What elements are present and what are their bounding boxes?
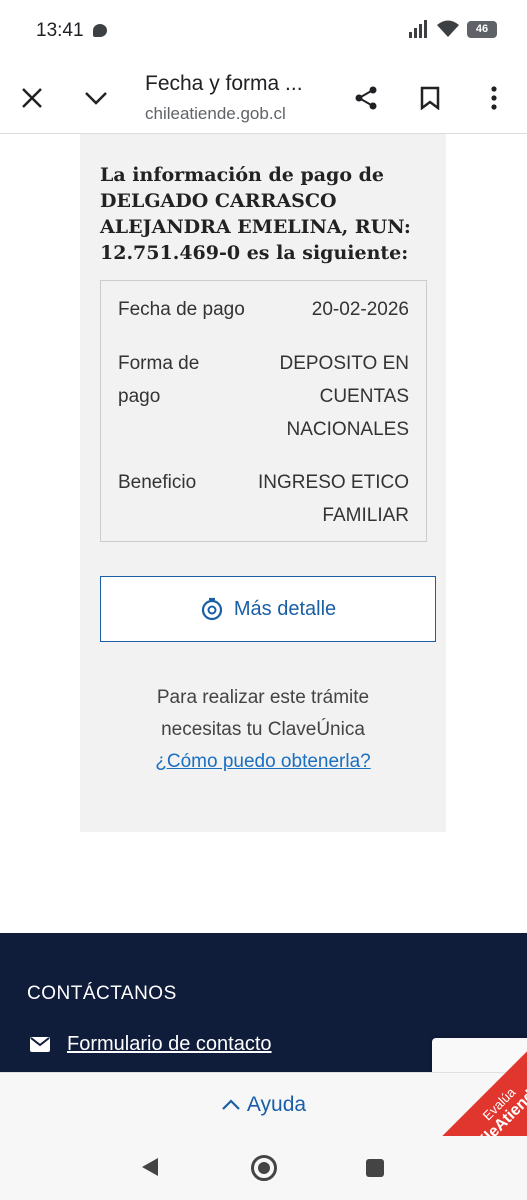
payment-info-card: La información de pago de DELGADO CARRAS… xyxy=(80,134,446,832)
row-label: Fecha de pago xyxy=(118,299,245,320)
close-icon[interactable] xyxy=(14,80,50,116)
battery-icon: 46 xyxy=(467,20,497,38)
signal-icon xyxy=(409,20,427,38)
contact-form-link[interactable]: Formulario de contacto xyxy=(67,1033,272,1056)
page-url: chileatiende.gob.cl xyxy=(145,104,286,123)
claveunica-info: Para realizar este trámite necesitas tu … xyxy=(80,682,446,778)
ribbon-line2: ChileAtiende.cl xyxy=(463,1068,527,1136)
more-detail-button[interactable]: Más detalle xyxy=(100,576,436,642)
chevron-down-icon[interactable] xyxy=(78,80,114,116)
row-value: INGRESO ETICO FAMILIAR xyxy=(258,472,409,526)
help-label: Ayuda xyxy=(246,1092,307,1116)
bookmark-icon[interactable] xyxy=(412,80,448,116)
status-indicators: 46 xyxy=(409,20,497,38)
payment-details-table: Fecha de pago 20-02-2026 Forma de pago D… xyxy=(100,280,427,542)
row-value: DEPOSITO EN CUENTAS NACIONALES xyxy=(279,353,409,440)
contact-heading: CONTÁCTANOS xyxy=(27,983,177,1004)
more-detail-label: Más detalle xyxy=(233,597,337,620)
home-icon[interactable] xyxy=(251,1155,277,1181)
more-options-icon[interactable] xyxy=(476,80,512,116)
chevron-up-icon xyxy=(222,1098,240,1110)
row-value: 20-02-2026 xyxy=(311,299,409,320)
status-bar: 13:41 46 xyxy=(0,0,527,62)
feedback-ribbon[interactable]: Evalúa ChileAtiende.cl xyxy=(380,1030,527,1136)
system-nav-bar xyxy=(0,1136,527,1200)
feedback-ribbon-band: Evalúa ChileAtiende.cl xyxy=(401,1030,527,1136)
info-line: Para realizar este trámite xyxy=(156,687,370,708)
wifi-icon xyxy=(437,20,459,37)
page-title: Fecha y forma ... xyxy=(145,72,303,95)
back-icon[interactable] xyxy=(142,1158,158,1176)
row-label: Beneficio xyxy=(118,472,197,493)
status-time: 13:41 xyxy=(36,20,84,41)
recent-apps-icon[interactable] xyxy=(366,1159,384,1177)
row-label: Forma de pago xyxy=(118,353,200,407)
browser-toolbar: Fecha y forma ... chileatiende.gob.cl xyxy=(0,62,527,134)
how-to-get-link[interactable]: ¿Cómo puedo obtenerla? xyxy=(80,746,446,778)
payment-intro-text: La información de pago de DELGADO CARRAS… xyxy=(100,164,411,264)
info-line: necesitas tu ClaveÚnica xyxy=(161,719,365,740)
stopwatch-icon xyxy=(201,597,222,621)
mail-icon xyxy=(30,1037,50,1052)
share-icon[interactable] xyxy=(348,80,384,116)
chat-notification-icon xyxy=(93,24,107,37)
